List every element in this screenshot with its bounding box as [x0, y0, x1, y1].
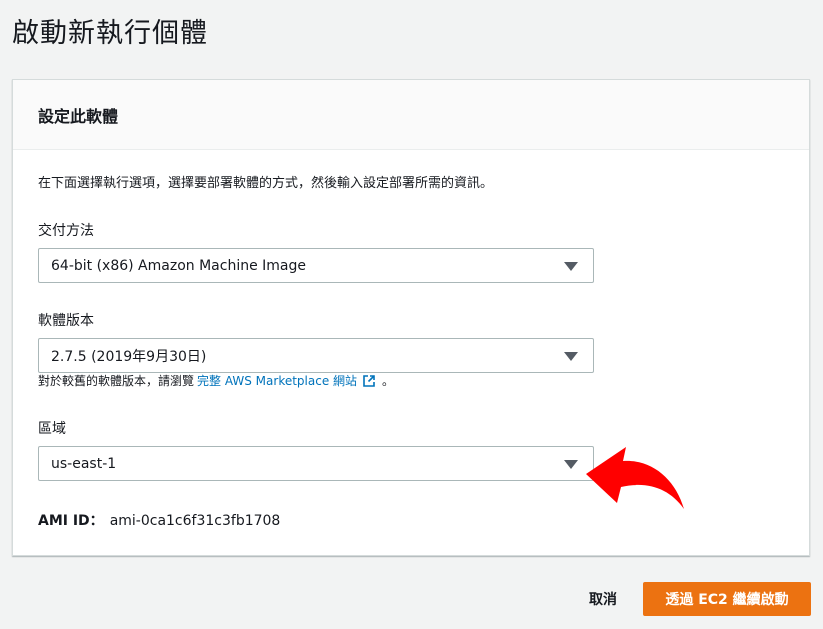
cancel-button[interactable]: 取消 — [577, 586, 629, 612]
caret-down-icon — [564, 352, 578, 361]
caret-down-icon — [564, 262, 578, 271]
ami-id-row: AMI ID： ami-0ca1c6f31c3fb1708 — [38, 510, 280, 530]
region-label: 區域 — [38, 421, 66, 437]
launch-through-ec2-button[interactable]: 透過 EC2 繼續啟動 — [643, 582, 811, 616]
panel-header: 設定此軟體 — [13, 80, 809, 150]
ami-id-label: AMI ID： — [38, 513, 104, 529]
software-version-label: 軟體版本 — [38, 313, 94, 329]
software-version-select[interactable]: 2.7.5 (2019年9月30日) — [38, 338, 594, 373]
software-version-value: 2.7.5 (2019年9月30日) — [51, 348, 207, 365]
hint-prefix: 對於較舊的軟體版本，請瀏覽 — [38, 374, 195, 388]
external-link-icon[interactable] — [362, 374, 376, 388]
delivery-method-label: 交付方法 — [38, 223, 94, 239]
delivery-method-value: 64-bit (x86) Amazon Machine Image — [51, 257, 306, 274]
curved-arrow-annotation — [586, 447, 684, 509]
panel-description: 在下面選擇執行選項，選擇要部署軟體的方式，然後輸入設定部署所需的資訊。 — [38, 176, 494, 191]
hint-suffix: 。 — [382, 374, 395, 388]
ami-id-value: ami-0ca1c6f31c3fb1708 — [109, 513, 281, 529]
delivery-method-select[interactable]: 64-bit (x86) Amazon Machine Image — [38, 248, 594, 283]
panel-title: 設定此軟體 — [38, 106, 119, 126]
older-versions-hint: 對於較舊的軟體版本，請瀏覽 完整 AWS Marketplace 網站 。 — [38, 372, 394, 389]
region-select[interactable]: us-east-1 — [38, 446, 594, 481]
region-value: us-east-1 — [51, 455, 117, 472]
configure-software-panel: 設定此軟體 在下面選擇執行選項，選擇要部署軟體的方式，然後輸入設定部署所需的資訊… — [12, 79, 810, 556]
caret-down-icon — [564, 460, 578, 469]
aws-marketplace-link[interactable]: 完整 AWS Marketplace 網站 — [197, 372, 357, 389]
page-title: 啟動新執行個體 — [12, 18, 208, 49]
